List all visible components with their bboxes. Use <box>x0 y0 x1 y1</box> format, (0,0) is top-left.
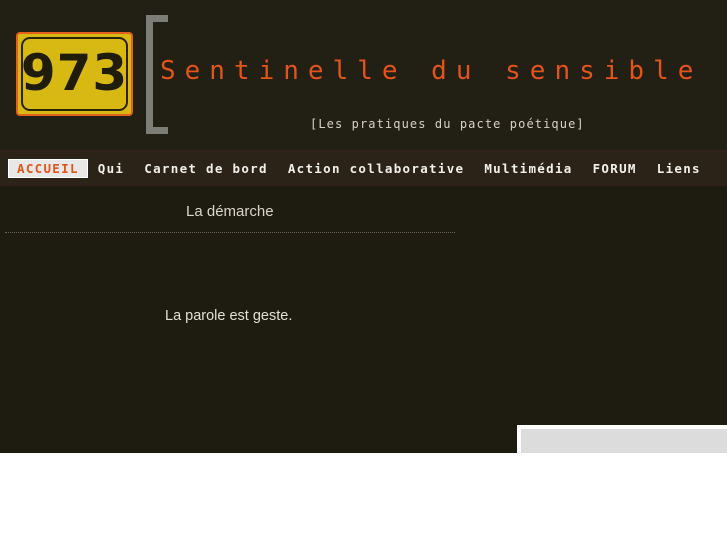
main-content: La démarche La parole est geste. Mention… <box>0 186 727 453</box>
nav-item-carnet-de-bord[interactable]: Carnet de bord <box>134 159 278 178</box>
nav-item-action-collaborative[interactable]: Action collaborative <box>278 159 475 178</box>
page-title: La démarche <box>186 203 274 220</box>
nav-item-forum[interactable]: FORUM <box>583 159 647 178</box>
site-subtitle: [Les pratiques du pacte poétique] <box>310 117 585 131</box>
nav-item-multimedia[interactable]: Multimédia <box>474 159 582 178</box>
main-navigation: ACCUEIL Qui Carnet de bord Action collab… <box>0 150 727 186</box>
site-logo[interactable]: 973 <box>16 32 133 116</box>
nav-item-qui[interactable]: Qui <box>88 159 134 178</box>
search-input[interactable] <box>521 429 727 453</box>
logo-plate-inner: 973 <box>21 37 128 111</box>
logo-number: 973 <box>20 44 129 102</box>
site-header: 973 Sentinelle du sensible [Les pratique… <box>0 0 727 150</box>
nav-item-liens[interactable]: Liens <box>647 159 711 178</box>
page-root: 973 Sentinelle du sensible [Les pratique… <box>0 0 727 545</box>
lead-paragraph: La parole est geste. <box>165 308 293 324</box>
site-shell: 973 Sentinelle du sensible [Les pratique… <box>0 0 727 453</box>
section-divider <box>5 232 455 233</box>
search-panel <box>517 425 727 453</box>
nav-item-accueil[interactable]: ACCUEIL <box>8 158 88 178</box>
site-title: Sentinelle du sensible <box>160 56 703 86</box>
